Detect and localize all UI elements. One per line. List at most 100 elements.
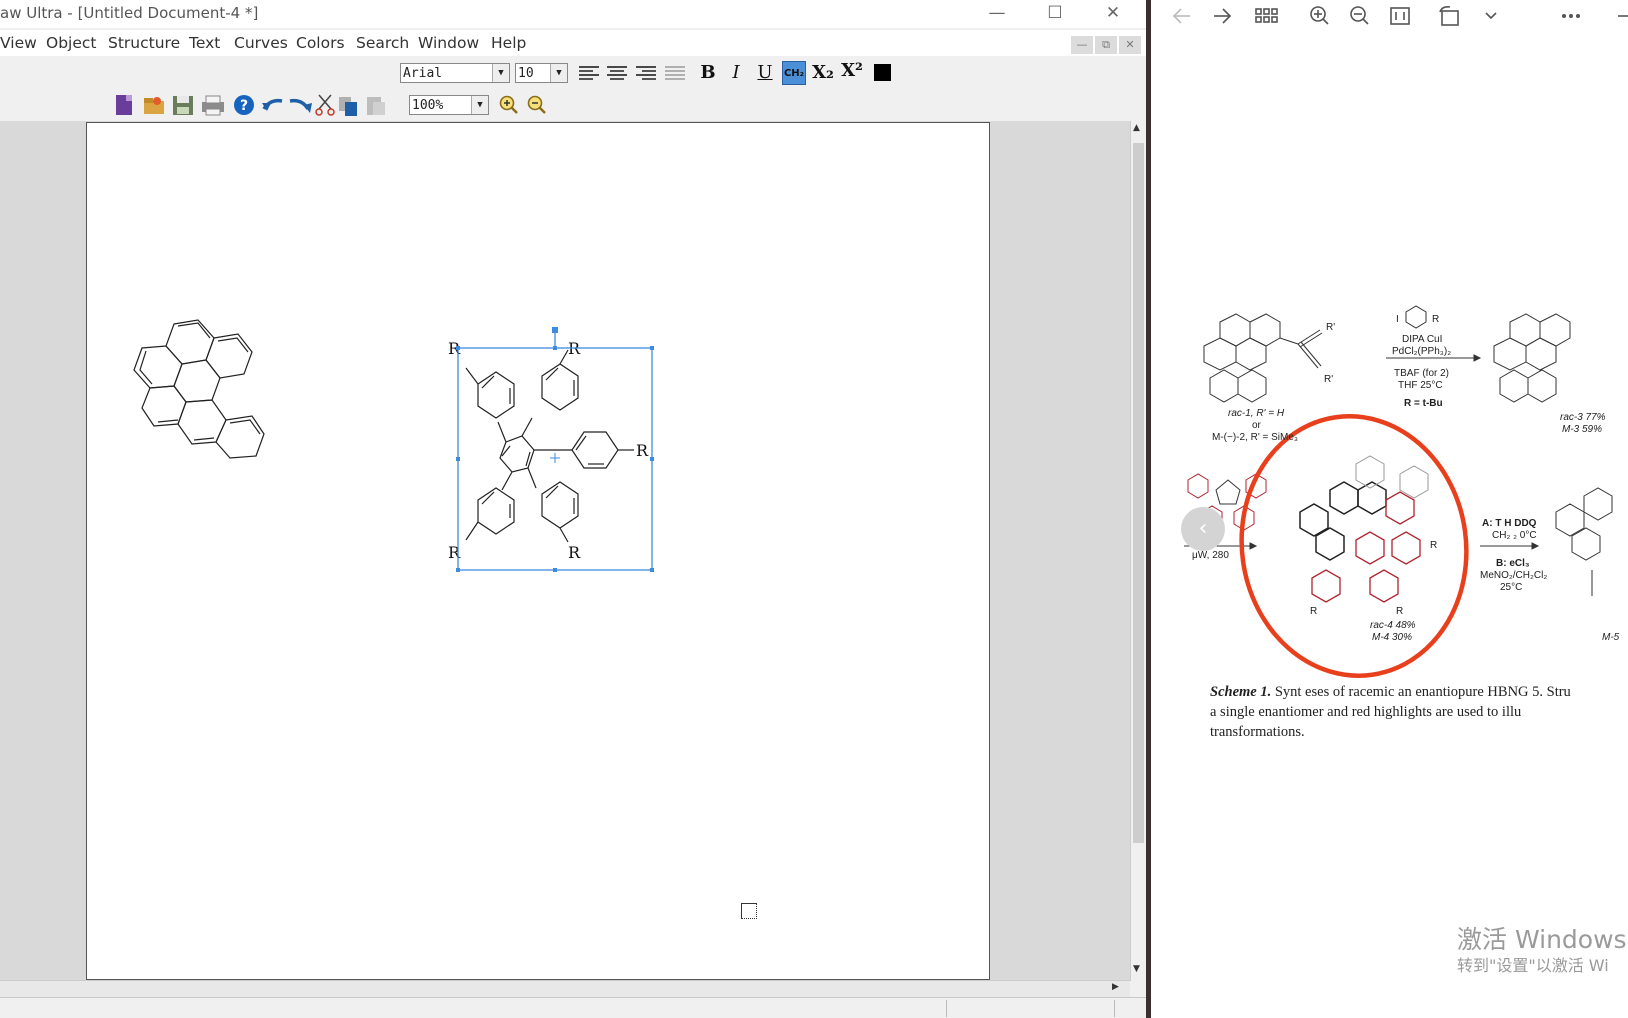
- caption-line-1: Scheme 1. Synt eses of racemic an enanti…: [1210, 684, 1571, 701]
- cut-icon[interactable]: [315, 94, 335, 116]
- mdi-minimize-button[interactable]: —: [1071, 36, 1093, 54]
- fit-window-icon[interactable]: [1390, 7, 1410, 25]
- paste-icon[interactable]: [367, 97, 385, 115]
- zoom-buttons: [499, 95, 546, 114]
- annotation-circle: [1239, 414, 1469, 678]
- title-bar: aw Ultra - [Untitled Document-4 *] — ☐ ✕: [0, 0, 1146, 28]
- helicene-reactant: [1203, 313, 1323, 403]
- label-cond-a: A: T H DDQ: [1482, 518, 1537, 529]
- formula-ch2-button[interactable]: CH₂: [782, 61, 806, 85]
- vertical-scrollbar[interactable]: ▲ ▼: [1130, 121, 1146, 981]
- justify-icon[interactable]: [665, 66, 685, 80]
- menu-curves[interactable]: Curves: [234, 34, 288, 52]
- grid-view-icon[interactable]: [1255, 8, 1278, 23]
- caption-scheme-label: Scheme 1.: [1210, 684, 1272, 700]
- label-cond-b2: MeNO₂/CH₂Cl₂: [1480, 570, 1547, 581]
- back-arrow-icon[interactable]: [1172, 8, 1190, 24]
- horizontal-scrollbar[interactable]: ▶: [0, 980, 1130, 997]
- zoom-out-icon[interactable]: [1350, 6, 1369, 25]
- label-rac3: rac-3 77%: [1560, 412, 1606, 423]
- menu-search[interactable]: Search: [356, 34, 409, 52]
- chevron-down-icon: ▼: [471, 96, 488, 114]
- undo-icon[interactable]: [262, 98, 283, 111]
- font-size-select[interactable]: 10 ▼: [515, 63, 568, 83]
- activation-watermark-subtitle: 转到"设置"以激活 Wi: [1457, 956, 1609, 975]
- zoom-in-icon[interactable]: [1310, 6, 1329, 25]
- label-mw: μW, 280: [1192, 550, 1229, 561]
- label-reagent-i: I: [1396, 314, 1399, 325]
- superscript-button[interactable]: X²: [840, 59, 864, 83]
- more-options-icon[interactable]: [1562, 14, 1580, 18]
- minimize-button[interactable]: —: [974, 0, 1020, 28]
- label-tbaf: TBAF (for 2): [1394, 368, 1449, 379]
- menu-text[interactable]: Text: [189, 34, 220, 52]
- label-r-tbu: R = t-Bu: [1404, 398, 1443, 409]
- label-cond-a2: CH₂ ₂ 0°C: [1492, 530, 1537, 541]
- text-cursor-box[interactable]: [741, 903, 757, 919]
- align-left-icon[interactable]: [579, 66, 599, 80]
- forward-arrow-icon[interactable]: [1214, 8, 1232, 24]
- hexaarylbenzene-structure[interactable]: R R R R R: [444, 318, 654, 572]
- svg-text:?: ?: [240, 98, 248, 114]
- help-icon[interactable]: ?: [234, 95, 254, 115]
- previous-image-button[interactable]: ‹: [1181, 507, 1225, 551]
- helicene-structure[interactable]: [120, 316, 270, 464]
- menu-colors[interactable]: Colors: [296, 34, 345, 52]
- label-reagent-r: R: [1432, 314, 1439, 325]
- product-rac4: [1299, 455, 1429, 603]
- mdi-close-button[interactable]: ✕: [1119, 36, 1141, 54]
- status-bar: [0, 997, 1146, 1018]
- new-document-icon[interactable]: [116, 95, 132, 115]
- subscript-button[interactable]: X₂: [811, 61, 835, 85]
- menu-window[interactable]: Window: [418, 34, 479, 52]
- close-button[interactable]: ✕: [1090, 0, 1136, 28]
- align-right-icon[interactable]: [636, 66, 656, 80]
- menu-structure[interactable]: Structure: [108, 34, 180, 52]
- label-m4: M-4 30%: [1372, 632, 1412, 643]
- font-size-value: 10: [518, 66, 534, 81]
- align-center-icon[interactable]: [607, 66, 627, 80]
- zoom-value: 100%: [412, 98, 444, 113]
- redo-icon[interactable]: [289, 98, 312, 113]
- mdi-restore-button[interactable]: ⧉: [1095, 36, 1117, 54]
- maximize-button[interactable]: ☐: [1032, 0, 1078, 28]
- caption-line-3: transformations.: [1210, 724, 1305, 740]
- label-m5: M-5: [1602, 632, 1620, 643]
- label-m2: M-(−)-2, R' = SiMe₃: [1212, 432, 1298, 443]
- open-folder-icon[interactable]: [144, 97, 164, 114]
- label-or: or: [1252, 420, 1262, 431]
- chevron-down-icon: ▼: [492, 64, 509, 82]
- label-rac4: rac-4 48%: [1370, 620, 1416, 631]
- zoom-out-icon[interactable]: [527, 95, 546, 114]
- zoom-in-icon[interactable]: [499, 95, 518, 114]
- r-label-right: R: [636, 441, 649, 460]
- chemdraw-window: aw Ultra - [Untitled Document-4 *] — ☐ ✕…: [0, 0, 1146, 1018]
- figure-caption: Scheme 1. Synt eses of racemic an enanti…: [1210, 684, 1571, 741]
- scroll-up-icon[interactable]: ▲: [1133, 123, 1140, 133]
- menu-help[interactable]: Help: [491, 34, 526, 52]
- chevron-down-icon[interactable]: [1485, 12, 1497, 20]
- menu-view[interactable]: View: [0, 34, 37, 52]
- scroll-right-icon[interactable]: ▶: [1112, 982, 1119, 992]
- label-r-bottom-right: R: [1396, 606, 1403, 617]
- label-r-prime-top: R': [1326, 322, 1335, 333]
- window-title: aw Ultra - [Untitled Document-4 *]: [0, 4, 259, 22]
- italic-button[interactable]: I: [724, 61, 748, 85]
- menu-object[interactable]: Object: [46, 34, 96, 52]
- rotate-icon[interactable]: [1439, 6, 1459, 26]
- align-buttons: [579, 66, 685, 80]
- print-icon[interactable]: [202, 95, 224, 116]
- label-m3: M-3 59%: [1562, 424, 1602, 435]
- scroll-thumb[interactable]: [1133, 143, 1144, 843]
- zoom-select[interactable]: 100% ▼: [409, 95, 489, 115]
- r-label-bottom-left: R: [448, 543, 461, 562]
- save-icon[interactable]: [173, 96, 193, 115]
- underline-button[interactable]: U: [753, 61, 777, 85]
- scroll-down-icon[interactable]: ▼: [1133, 964, 1140, 974]
- bold-button[interactable]: B: [696, 61, 720, 85]
- text-color-button[interactable]: [874, 64, 891, 81]
- font-family-select[interactable]: Arial ▼: [400, 63, 510, 83]
- copy-icon[interactable]: [339, 97, 357, 116]
- label-dipa: DIPA CuI: [1402, 334, 1442, 345]
- product-rac3: [1493, 313, 1571, 403]
